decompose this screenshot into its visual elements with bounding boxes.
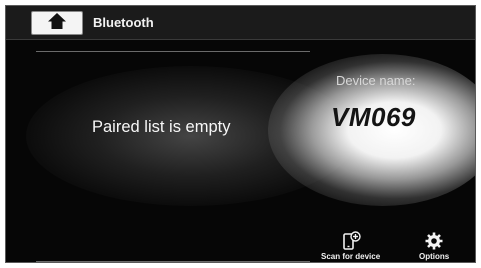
- phone-add-icon: [341, 230, 361, 252]
- paired-list-empty-message: Paired list is empty: [92, 118, 231, 136]
- scan-for-device-label: Scan for device: [321, 252, 381, 261]
- device-name-value: VM069: [331, 102, 416, 132]
- home-icon: [48, 12, 66, 34]
- options-label: Options: [419, 252, 450, 261]
- device-name-label: Device name:: [336, 73, 416, 88]
- list-divider-top: [36, 51, 310, 52]
- header-bar: Bluetooth: [6, 6, 475, 40]
- scan-for-device-button[interactable]: Scan for device: [321, 230, 380, 261]
- gear-icon: [424, 230, 444, 252]
- list-divider-bottom: [36, 261, 310, 262]
- home-button[interactable]: [31, 11, 83, 35]
- bluetooth-screen: Bluetooth Paired list is empty Device na…: [5, 5, 476, 263]
- options-button[interactable]: Options: [419, 230, 449, 261]
- page-title: Bluetooth: [93, 15, 154, 30]
